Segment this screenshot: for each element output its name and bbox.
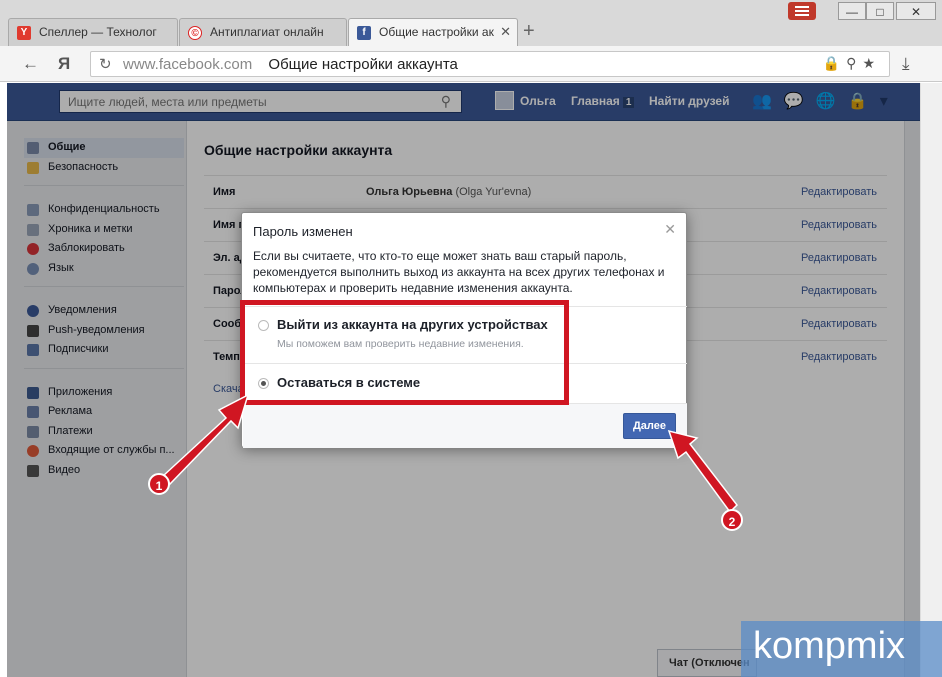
arrow-2-icon (667, 429, 738, 514)
annotation-arrows (161, 393, 738, 514)
arrow-1-icon (161, 393, 250, 486)
annotation-badge-1: 1 (148, 473, 170, 495)
watermark: kompmix (741, 621, 942, 677)
annotation-badge-2: 2 (721, 509, 743, 531)
